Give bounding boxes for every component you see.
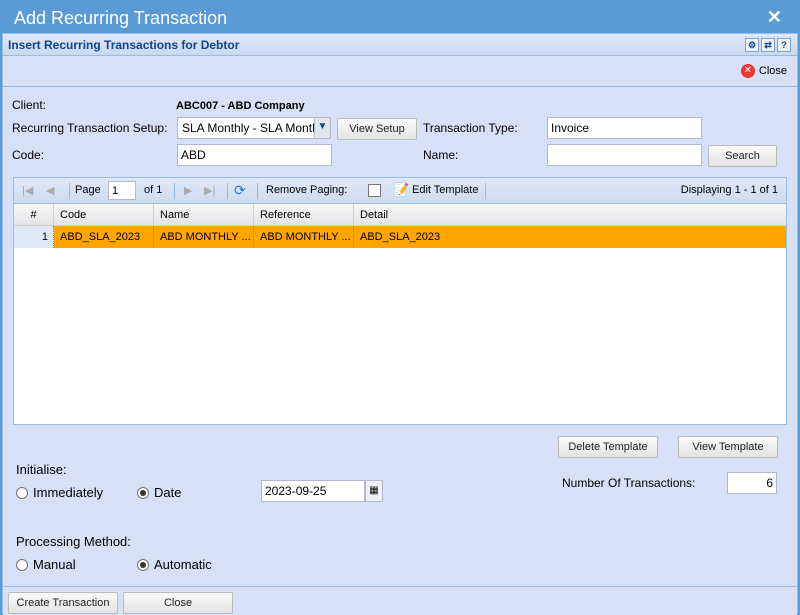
remove-paging-checkbox[interactable]: [368, 184, 381, 197]
automatic-label: Automatic: [154, 557, 212, 572]
delete-template-button[interactable]: Delete Template: [558, 436, 658, 458]
num-transactions-label: Number Of Transactions:: [562, 476, 696, 490]
page-input[interactable]: [108, 181, 136, 200]
view-template-button[interactable]: View Template: [678, 436, 778, 458]
page-count: of 1: [144, 184, 163, 196]
client-label: Client:: [12, 98, 47, 112]
manual-label: Manual: [33, 557, 76, 572]
setup-value: SLA Monthly - SLA Monthl: [182, 121, 322, 135]
client-value: ABC007 - ABD Company: [176, 100, 305, 112]
remove-paging-label: Remove Paging:: [266, 184, 348, 196]
refresh-icon[interactable]: ⟳: [234, 182, 246, 199]
create-transaction-button[interactable]: Create Transaction: [8, 592, 118, 614]
window-title: Add Recurring Transaction: [14, 8, 228, 28]
next-page-icon[interactable]: ▶: [184, 184, 192, 197]
close-label: Close: [758, 64, 787, 77]
footer: Create Transaction Close: [3, 586, 797, 615]
close-footer-button[interactable]: Close: [123, 592, 233, 614]
close-icon: ✕: [740, 64, 755, 78]
table-row[interactable]: 1 ABD_SLA_2023 ABD MONTHLY ... ABD MONTH…: [14, 226, 786, 248]
radio-automatic[interactable]: Automatic: [137, 557, 212, 572]
name-field[interactable]: [547, 144, 702, 166]
panel-title: Insert Recurring Transactions for Debtor: [8, 38, 240, 52]
name-label: Name:: [423, 148, 459, 162]
radio-date[interactable]: Date: [137, 485, 181, 500]
setup-label: Recurring Transaction Setup:: [12, 121, 168, 135]
refresh-icon[interactable]: ⇄: [761, 38, 775, 52]
grid-header: # Code Name Reference Detail: [14, 204, 786, 226]
date-field[interactable]: [261, 480, 365, 502]
col-detail[interactable]: Detail: [354, 204, 786, 226]
window-close-icon[interactable]: ✕: [767, 7, 782, 28]
page-label: Page: [75, 184, 101, 196]
col-num[interactable]: #: [14, 204, 54, 226]
panel-header: Insert Recurring Transactions for Debtor…: [3, 34, 797, 56]
radio-manual[interactable]: Manual: [16, 557, 76, 572]
dialog: Insert Recurring Transactions for Debtor…: [2, 33, 798, 615]
toolbar: ✕ Close: [3, 57, 797, 87]
col-name[interactable]: Name: [154, 204, 254, 226]
transaction-type-label: Transaction Type:: [423, 121, 518, 135]
transaction-type-field[interactable]: [547, 117, 702, 139]
cell-code: ABD_SLA_2023: [54, 226, 154, 248]
date-label: Date: [154, 485, 182, 500]
close-button[interactable]: ✕ Close: [740, 64, 787, 78]
search-button[interactable]: Search: [708, 145, 777, 167]
code-field[interactable]: [177, 144, 332, 166]
edit-template-button[interactable]: Edit Template: [412, 184, 478, 196]
displaying-text: Displaying 1 - 1 of 1: [680, 184, 778, 196]
immediately-label: Immediately: [33, 485, 104, 500]
calendar-icon[interactable]: ▦: [365, 480, 383, 502]
code-label: Code:: [12, 148, 45, 162]
last-page-icon[interactable]: ▶|: [204, 184, 215, 197]
initialise-label: Initialise:: [16, 462, 67, 477]
radio-immediately[interactable]: Immediately: [16, 485, 103, 500]
view-setup-button[interactable]: View Setup: [337, 118, 417, 140]
cell-reference: ABD MONTHLY ...: [254, 226, 354, 248]
cell-detail: ABD_SLA_2023: [360, 231, 441, 243]
edit-template-icon: 📝: [393, 182, 410, 197]
col-reference[interactable]: Reference: [254, 204, 354, 226]
cell-name: ABD MONTHLY ...: [154, 226, 254, 248]
help-icon[interactable]: ?: [777, 38, 791, 52]
prev-page-icon[interactable]: ◀: [46, 184, 54, 197]
paging-toolbar: |◀ ◀ Page of 1 ▶ ▶| ⟳ Remove Paging: 📝 E…: [14, 178, 786, 204]
row-number: 1: [14, 226, 54, 248]
transactions-grid: |◀ ◀ Page of 1 ▶ ▶| ⟳ Remove Paging: 📝 E…: [13, 177, 787, 425]
setup-select[interactable]: SLA Monthly - SLA Monthl ▼: [177, 117, 331, 139]
processing-label: Processing Method:: [16, 534, 131, 549]
chevron-down-icon[interactable]: ▼: [314, 118, 330, 138]
col-code[interactable]: Code: [54, 204, 154, 226]
num-transactions-field[interactable]: [727, 472, 777, 494]
settings-icon[interactable]: ⚙: [745, 38, 759, 52]
first-page-icon[interactable]: |◀: [22, 184, 33, 197]
